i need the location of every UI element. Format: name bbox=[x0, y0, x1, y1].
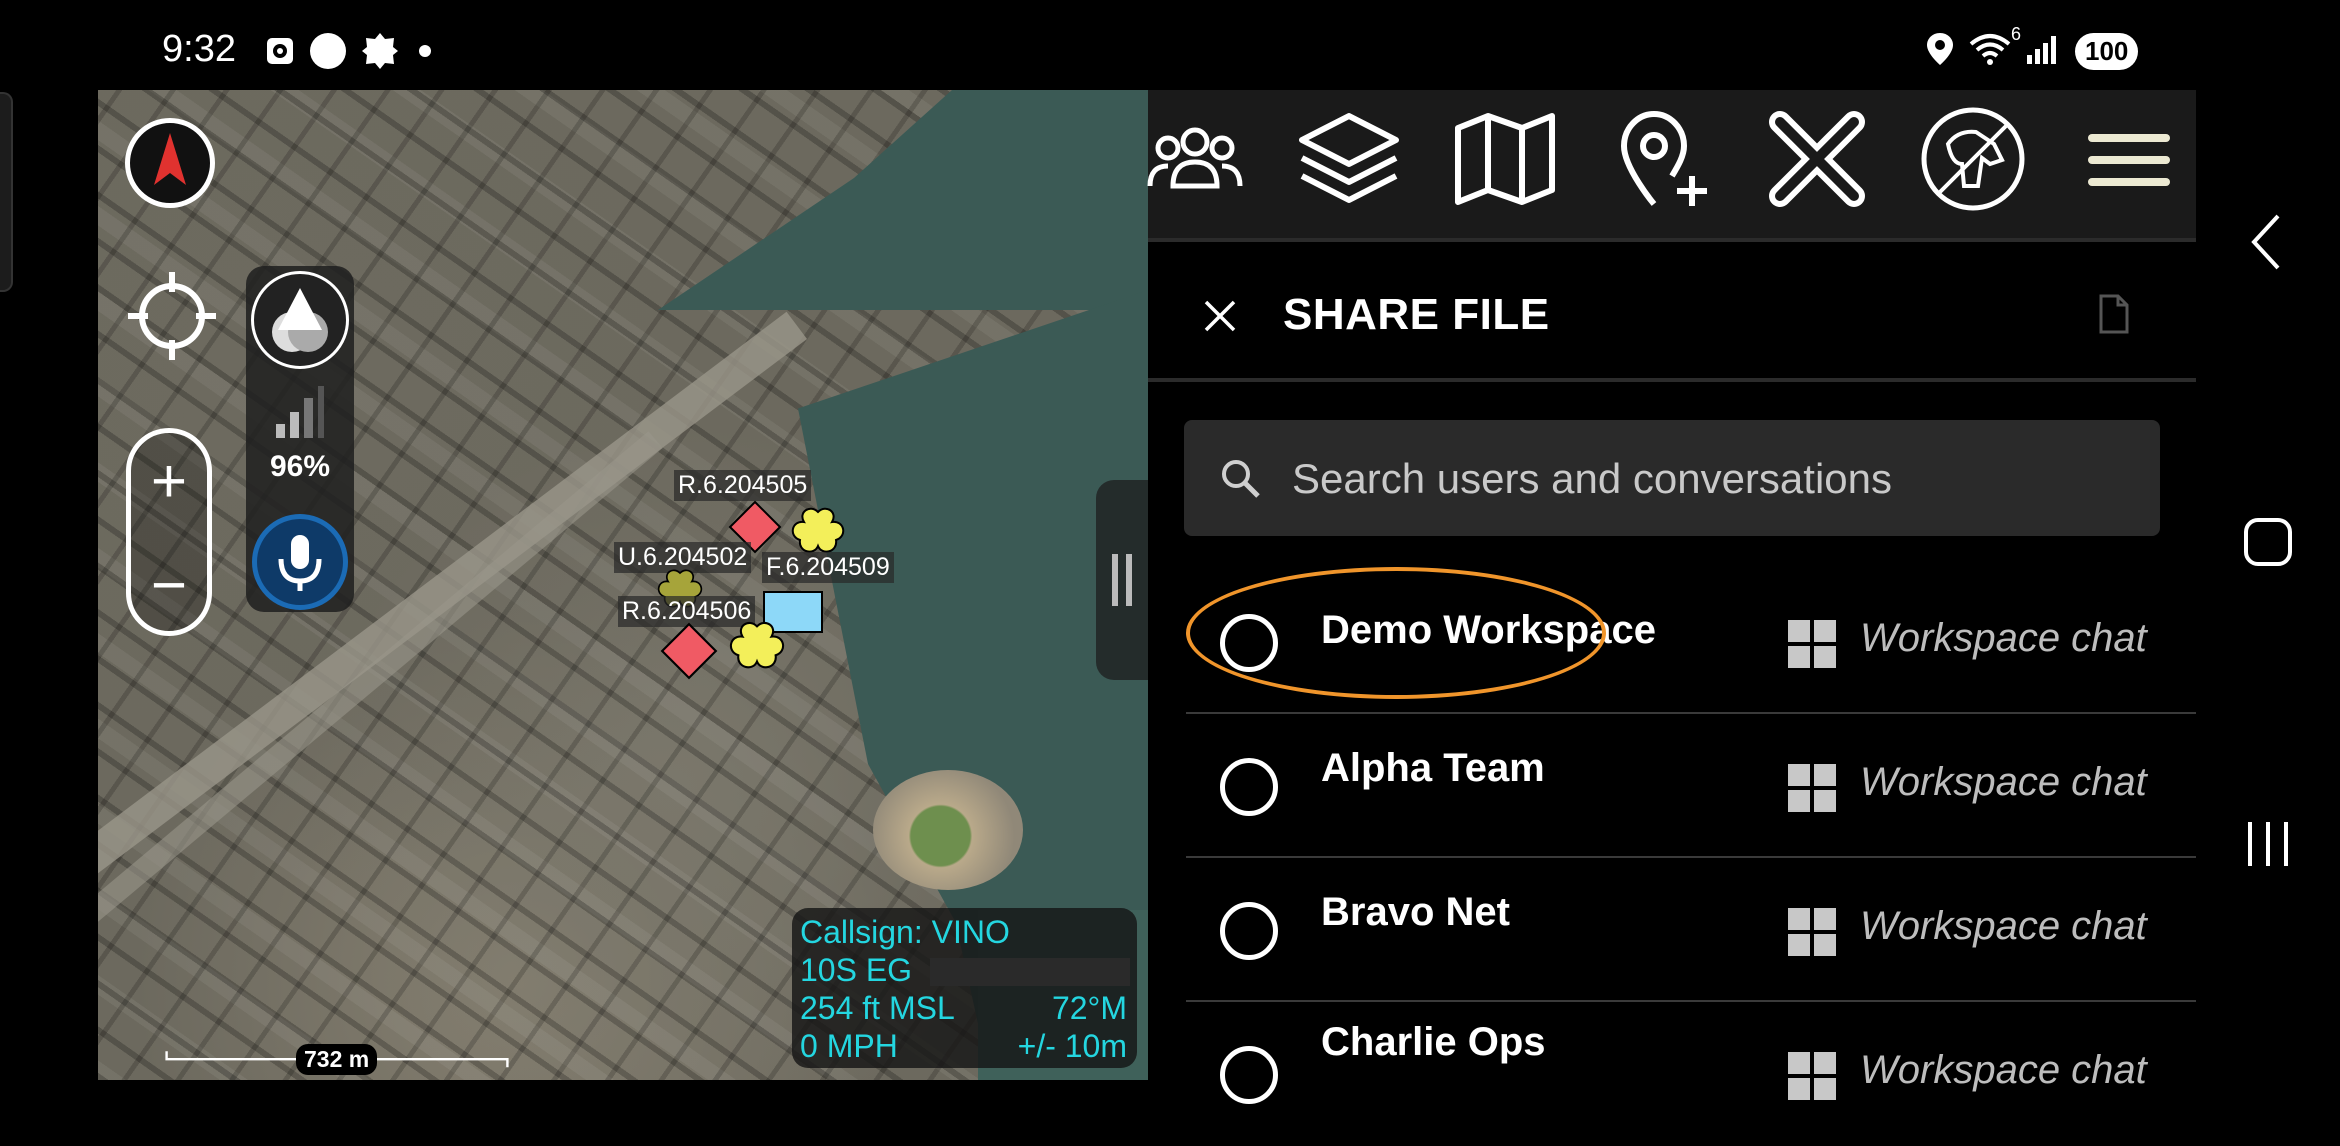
location-icon bbox=[1925, 32, 1955, 71]
top-toolbar bbox=[1147, 90, 2196, 238]
menu-icon[interactable] bbox=[2074, 104, 2184, 214]
conversation-name: Bravo Net bbox=[1321, 890, 1510, 934]
microphone-icon bbox=[278, 535, 322, 591]
callsign-text: Callsign: VINO bbox=[800, 914, 1010, 950]
conversation-name: Alpha Team bbox=[1321, 746, 1545, 790]
network-percent: 96% bbox=[269, 450, 331, 483]
marker-label: F.6.204509 bbox=[762, 552, 894, 583]
battery-indicator: 100 bbox=[2075, 33, 2139, 70]
conversation-type: Workspace chat bbox=[1860, 1048, 2147, 1092]
close-share-button[interactable] bbox=[1198, 294, 1242, 338]
conversation-type: Workspace chat bbox=[1860, 904, 2147, 948]
north-arrow-icon bbox=[154, 133, 186, 185]
marker-label: R.6.204505 bbox=[674, 470, 812, 501]
conversation-name: Charlie Ops bbox=[1321, 1020, 1546, 1064]
conversation-name: Demo Workspace bbox=[1321, 608, 1656, 652]
unknown-marker-clover[interactable] bbox=[726, 620, 788, 679]
push-to-talk-button[interactable] bbox=[252, 514, 348, 610]
signal-icon bbox=[2025, 33, 2061, 70]
wifi-label: 6 bbox=[2010, 24, 2021, 44]
conversation-row[interactable]: Charlie Ops Workspace chat bbox=[1148, 1002, 2196, 1146]
conversation-type: Workspace chat bbox=[1860, 616, 2147, 660]
heading-text: 72°M bbox=[1051, 990, 1127, 1026]
workspace-grid-icon bbox=[1788, 620, 1836, 668]
crosshair-icon bbox=[128, 272, 216, 360]
status-left-icons bbox=[265, 32, 437, 75]
select-radio[interactable] bbox=[1220, 1046, 1278, 1104]
file-icon bbox=[2098, 294, 2130, 339]
panel-resize-handle[interactable] bbox=[1096, 480, 1148, 680]
speed-text: 0 MPH bbox=[800, 1028, 898, 1064]
recents-button[interactable] bbox=[2242, 818, 2294, 875]
hostile-marker-diamond[interactable] bbox=[660, 622, 718, 685]
accuracy-text: +/- 10m bbox=[1017, 1028, 1127, 1064]
recents-icon bbox=[2248, 822, 2288, 866]
dog-icon[interactable] bbox=[1918, 104, 2028, 214]
home-button[interactable] bbox=[2242, 516, 2294, 573]
self-info-box[interactable]: Callsign: VINO 10S EG 254 ft MSL 72°M 0 … bbox=[792, 908, 1137, 1068]
add-point-icon[interactable] bbox=[1606, 104, 1716, 214]
locate-me-button[interactable] bbox=[122, 266, 222, 366]
zoom-control: + − bbox=[126, 428, 212, 636]
contacts-icon[interactable] bbox=[1140, 104, 1250, 214]
back-button[interactable] bbox=[2246, 212, 2286, 277]
status-right-icons: 6 100 bbox=[1925, 24, 2139, 71]
select-radio[interactable] bbox=[1220, 758, 1278, 816]
search-box[interactable] bbox=[1184, 420, 2160, 536]
wifi-icon: 6 bbox=[1969, 24, 2021, 71]
select-radio[interactable] bbox=[1220, 614, 1278, 672]
map-view[interactable]: R.6.204505 U.6.204502 F.6.204509 R.6.204… bbox=[98, 90, 1148, 1080]
dot-icon bbox=[413, 39, 437, 68]
ballpark bbox=[873, 770, 1023, 890]
circle-icon bbox=[309, 32, 347, 75]
search-icon bbox=[1218, 456, 1262, 505]
status-time: 9:32 bbox=[162, 28, 236, 70]
map-icon[interactable] bbox=[1450, 104, 1560, 214]
network-panel: 96% bbox=[246, 266, 354, 612]
conversation-row[interactable]: Demo Workspace Workspace chat bbox=[1148, 567, 2196, 714]
conversation-row[interactable]: Bravo Net Workspace chat bbox=[1148, 858, 2196, 1002]
drag-grip-icon bbox=[1112, 554, 1132, 606]
conversation-row[interactable]: Alpha Team Workspace chat bbox=[1148, 714, 2196, 858]
bay-water bbox=[658, 90, 1148, 310]
status-bar: 9:32 6 100 bbox=[0, 0, 2340, 90]
conversation-type: Workspace chat bbox=[1860, 760, 2147, 804]
badge-icon bbox=[361, 32, 399, 75]
alarm-icon bbox=[265, 36, 295, 71]
team-app-button[interactable] bbox=[251, 271, 349, 369]
compass-button[interactable] bbox=[125, 118, 215, 208]
search-input[interactable] bbox=[1290, 448, 2134, 510]
zoom-out-button[interactable]: − bbox=[131, 555, 207, 617]
back-icon bbox=[2251, 214, 2280, 270]
altitude-text: 254 ft MSL bbox=[800, 990, 955, 1026]
grid-text: 10S EG bbox=[800, 952, 913, 988]
share-file-title: SHARE FILE bbox=[1283, 290, 1550, 339]
share-file-panel: SHARE FILE Demo Workspace Workspace chat… bbox=[1148, 242, 2196, 1104]
workspace-grid-icon bbox=[1788, 764, 1836, 812]
close-icon bbox=[1204, 300, 1236, 332]
scale-label: 732 m bbox=[296, 1044, 378, 1075]
edge-panel-handle[interactable] bbox=[0, 92, 13, 292]
redacted-coords bbox=[930, 958, 1130, 986]
close-tools-icon[interactable] bbox=[1762, 104, 1872, 214]
header-divider bbox=[1148, 378, 2196, 382]
zoom-in-button[interactable]: + bbox=[131, 451, 207, 513]
team-logo-icon bbox=[272, 288, 328, 352]
layers-icon[interactable] bbox=[1294, 104, 1404, 214]
home-icon bbox=[2244, 518, 2292, 566]
workspace-grid-icon bbox=[1788, 1052, 1836, 1100]
system-nav-bar bbox=[2196, 90, 2340, 1080]
signal-strength-icon bbox=[276, 386, 324, 438]
select-radio[interactable] bbox=[1220, 902, 1278, 960]
workspace-grid-icon bbox=[1788, 908, 1836, 956]
